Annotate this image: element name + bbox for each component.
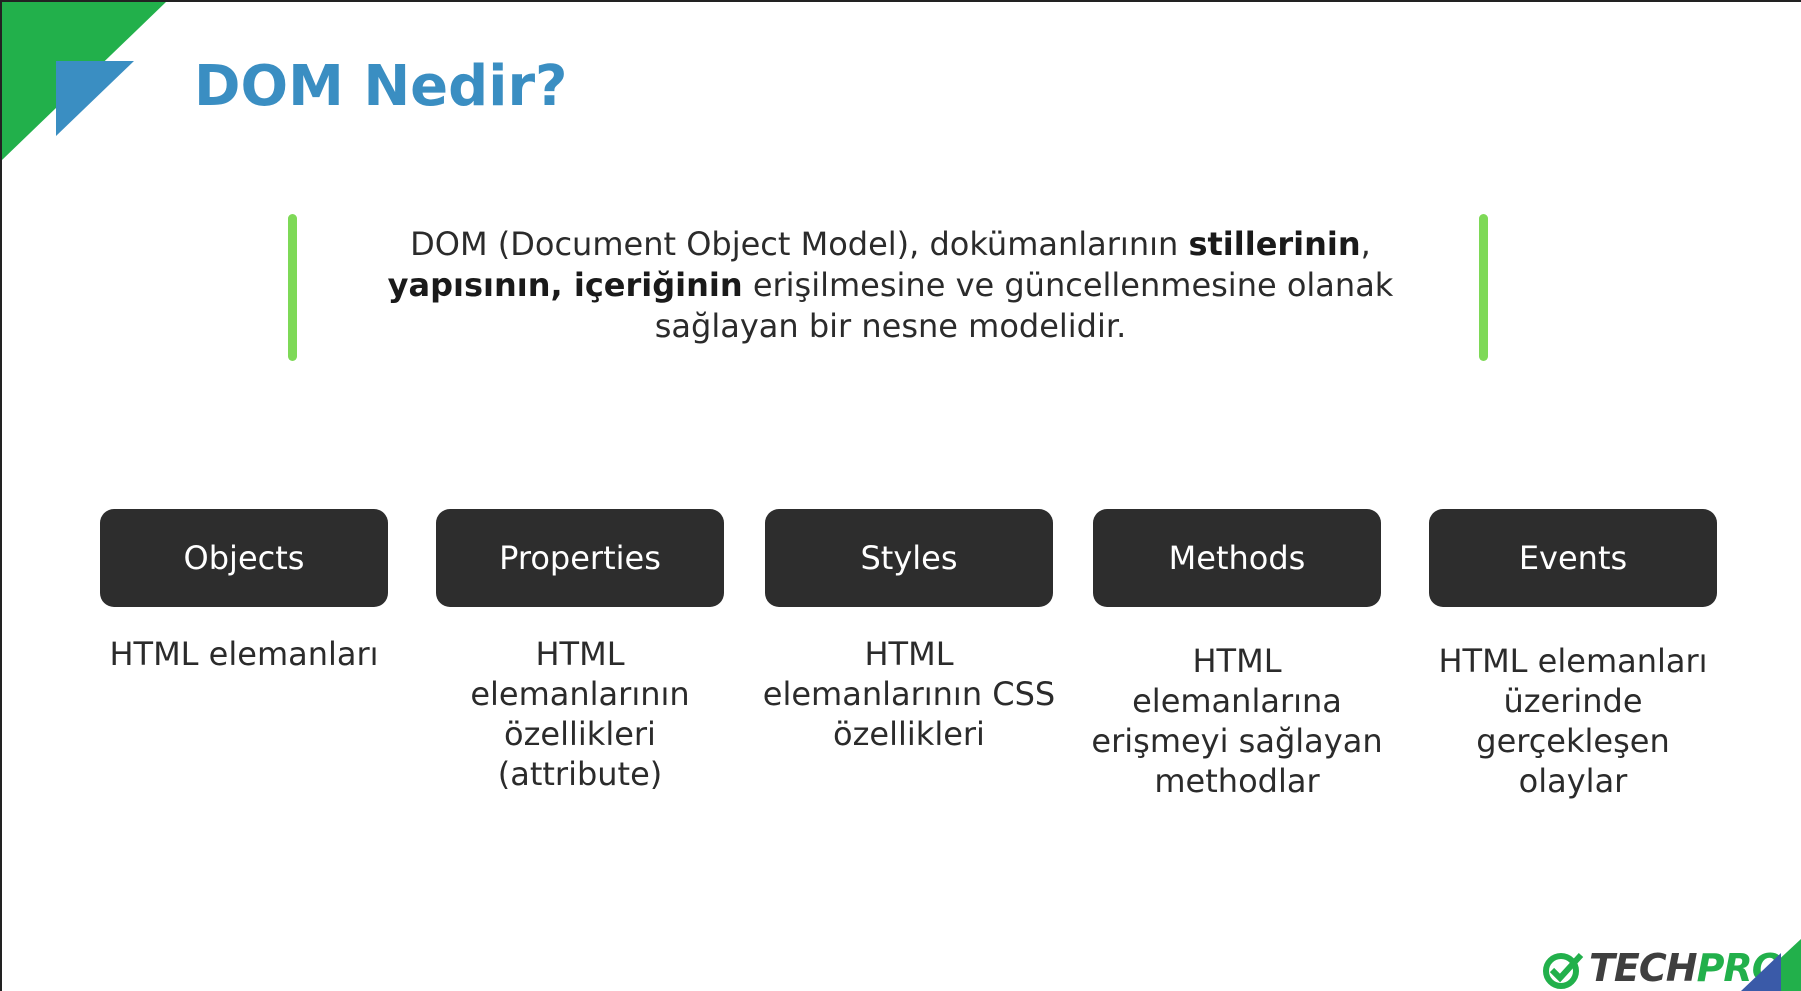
page-title: DOM Nedir?: [194, 54, 568, 119]
right-accent-bar: [1479, 214, 1488, 361]
corner-decoration-icon: [2, 2, 166, 160]
definition-bold-2: yapısının, içeriğinin: [387, 266, 743, 304]
left-accent-bar: [288, 214, 297, 361]
methods-card[interactable]: Methods: [1093, 509, 1381, 607]
definition-part-2: ,: [1360, 225, 1371, 263]
definition-text: DOM (Document Object Model), dokümanları…: [332, 224, 1449, 347]
objects-card[interactable]: Objects: [100, 509, 388, 607]
properties-card[interactable]: Properties: [436, 509, 724, 607]
objects-description: HTML elemanları: [109, 635, 379, 673]
check-circle-icon: [1543, 952, 1584, 989]
properties-description: HTML elemanlarının özellikleri (attribut…: [470, 635, 690, 793]
techpro-logo: TECHPRO: [1541, 939, 1801, 991]
events-card[interactable]: Events: [1429, 509, 1717, 607]
styles-card[interactable]: Styles: [765, 509, 1053, 607]
styles-description: HTML elemanlarının CSS özellikleri: [762, 635, 1056, 753]
definition-part-1: DOM (Document Object Model), dokümanları…: [410, 225, 1189, 263]
events-description: HTML elemanları üzerinde gerçekleşen ola…: [1438, 642, 1708, 800]
definition-bold-1: stillerinin: [1188, 225, 1361, 263]
definition-part-3: erişilmesine ve güncellenmesine olanak s…: [654, 266, 1394, 345]
logo-triangle-icon: [1741, 939, 1801, 991]
slide: DOM Nedir? DOM (Document Object Model), …: [0, 0, 1801, 991]
logo-tech-text: TECH: [1589, 946, 1698, 990]
methods-description: HTML elemanlarına erişmeyi sağlayan meth…: [1091, 642, 1383, 800]
